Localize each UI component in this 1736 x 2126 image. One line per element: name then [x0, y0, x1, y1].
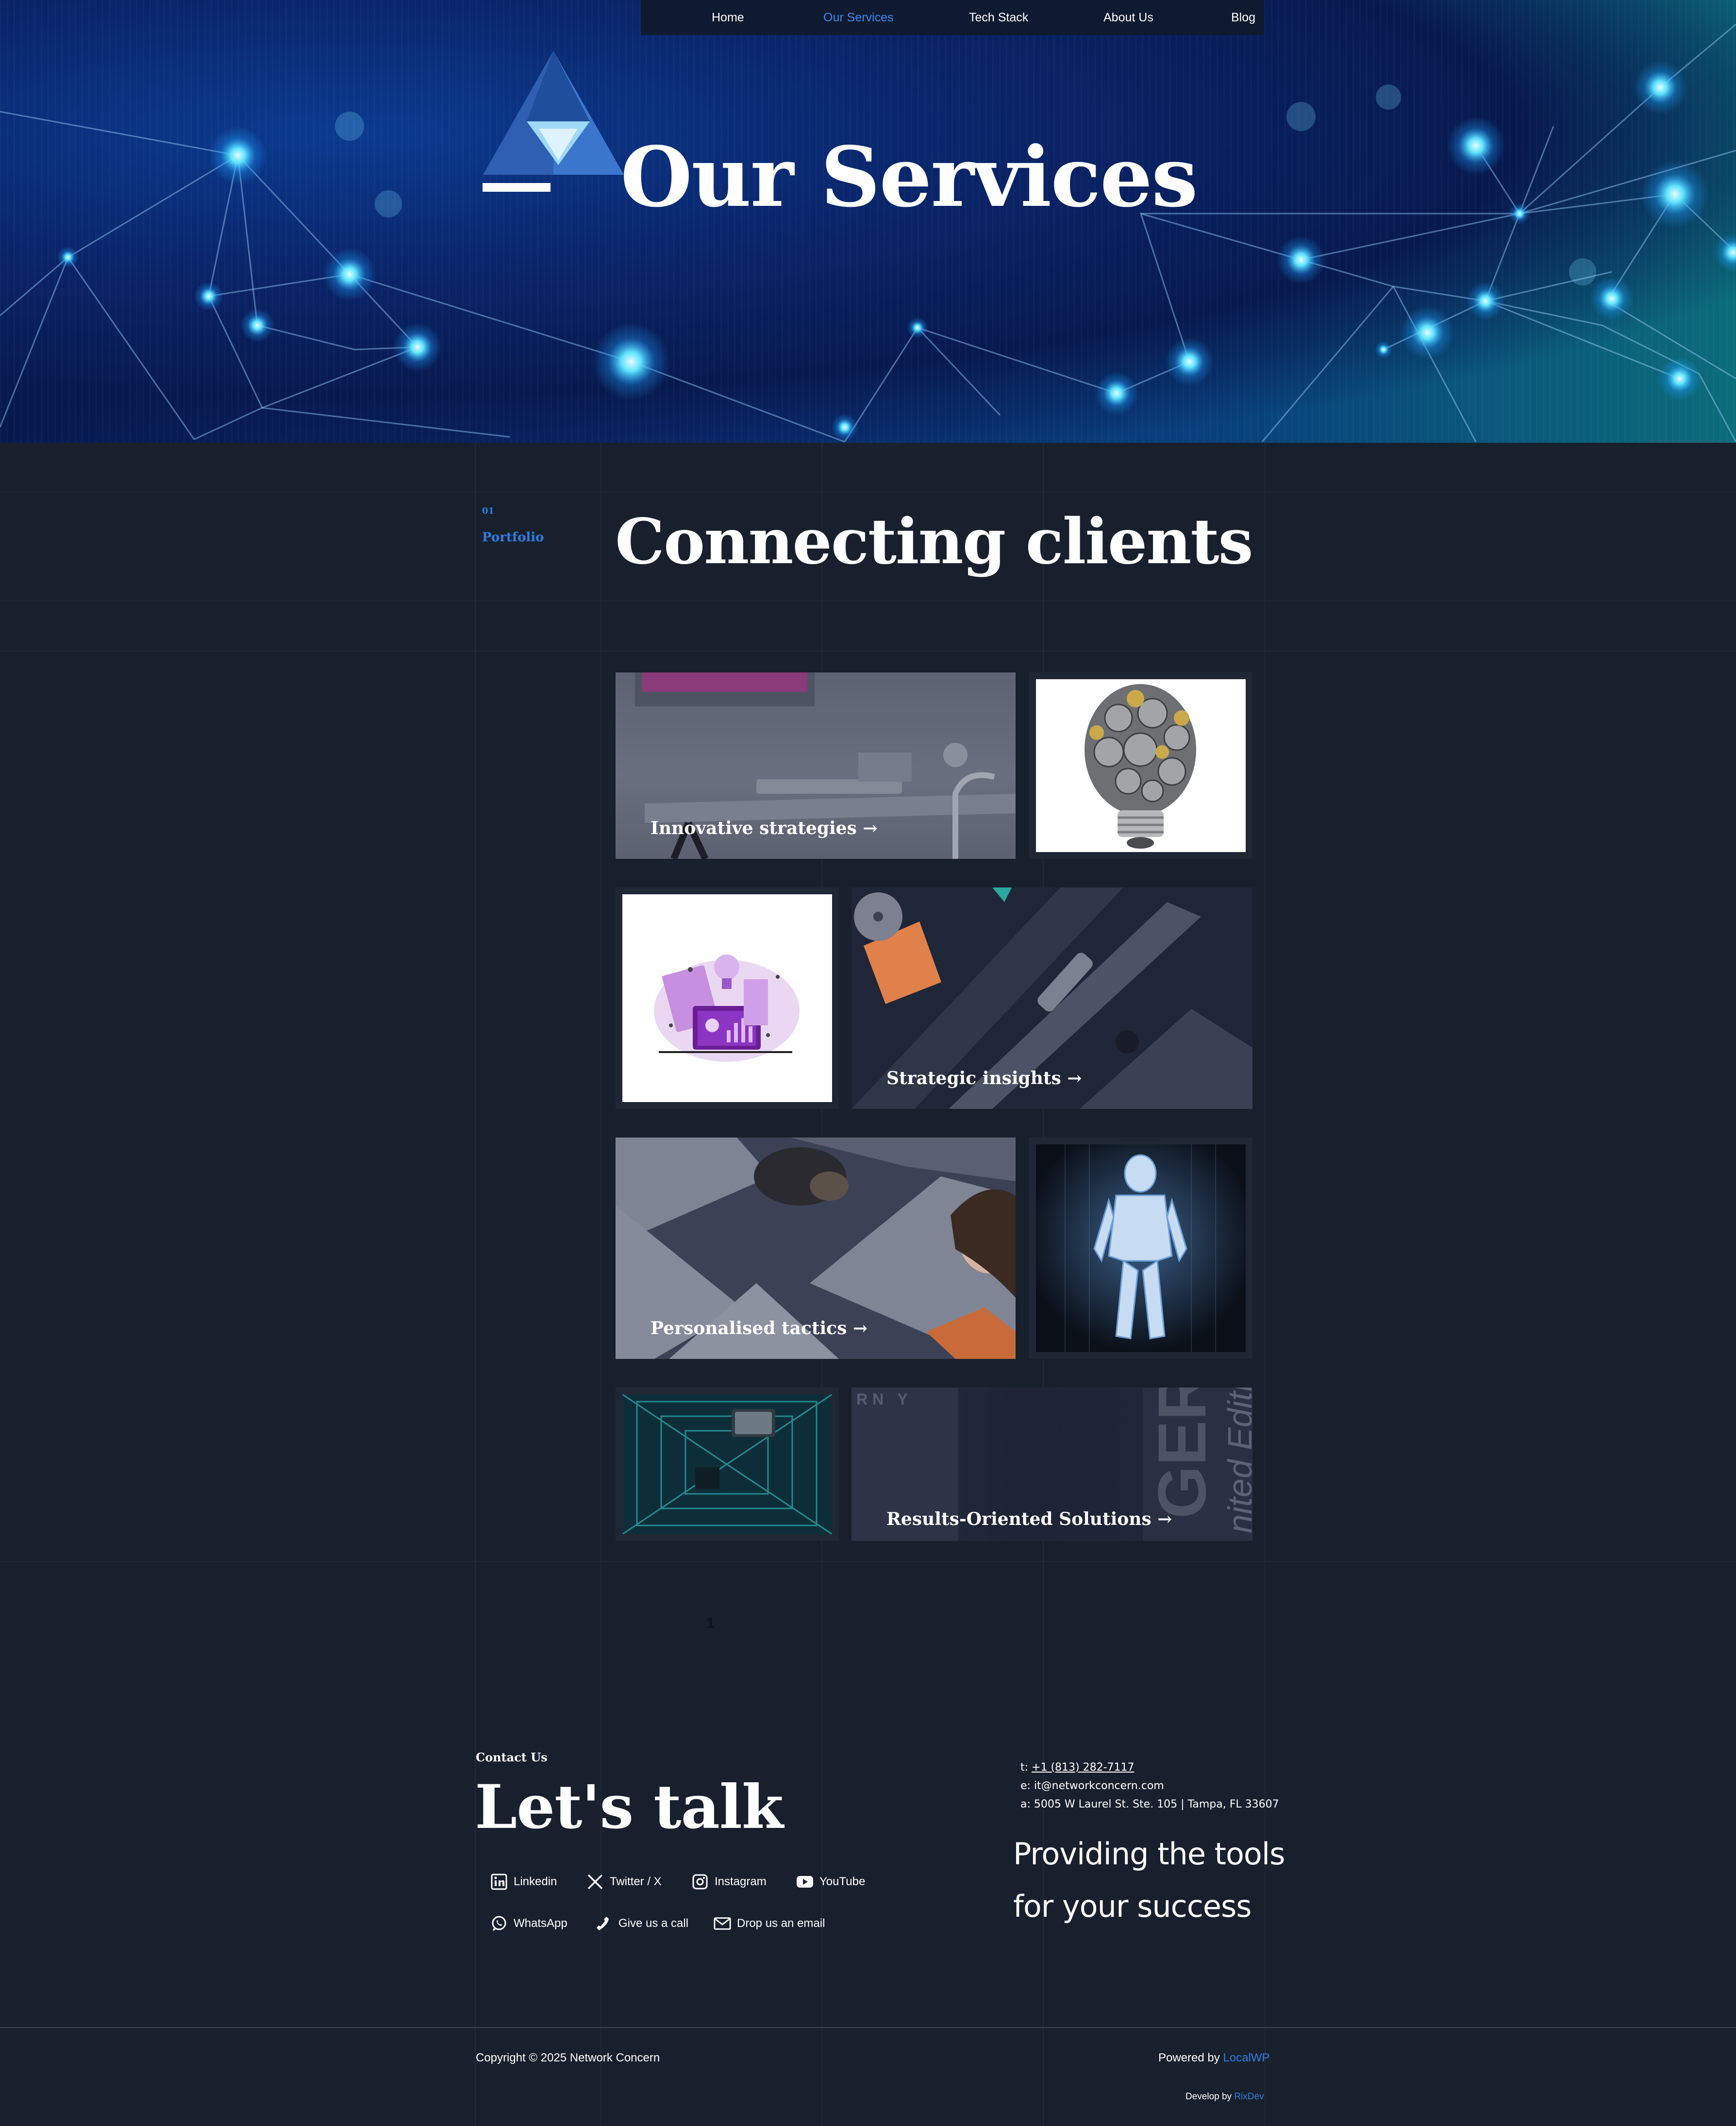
nav-tech-stack[interactable]: Tech Stack: [969, 11, 1028, 25]
social-whatsapp[interactable]: WhatsApp: [490, 1915, 568, 1932]
nav-about-us[interactable]: About Us: [1103, 11, 1153, 25]
tagline-line-1: Providing the tools: [1013, 1836, 1285, 1872]
youtube-icon: [796, 1873, 814, 1891]
card-caption: Innovative strategies →: [651, 818, 878, 838]
localwp-link[interactable]: LocalWP: [1223, 2051, 1269, 2064]
section-title: Connecting clients: [615, 505, 1253, 578]
tagline-line-2: for your success: [1013, 1889, 1252, 1924]
footer-divider: [0, 2027, 1736, 2028]
phone-icon: [595, 1915, 613, 1932]
page-title: Our Services: [620, 129, 1198, 226]
guide-line: [0, 491, 1736, 492]
card-caption: Personalised tactics →: [651, 1318, 868, 1339]
gallery-card-strategic-insights[interactable]: Strategic insights →: [851, 887, 1252, 1109]
social-call[interactable]: Give us a call: [595, 1915, 688, 1932]
social-instagram[interactable]: Instagram: [691, 1873, 767, 1891]
powered-prefix: Powered by: [1158, 2051, 1223, 2064]
contact-title: Let's talk: [475, 1772, 784, 1842]
laptop-bulb-illustration: [654, 954, 800, 1062]
social-label: Linkedin: [514, 1875, 557, 1888]
guide-line: [475, 443, 476, 2126]
social-label: WhatsApp: [514, 1917, 568, 1930]
gallery-card-innovative-strategies[interactable]: Innovative strategies →: [616, 672, 1016, 859]
contact-address: a: 5005 W Laurel St. Ste. 105 | Tampa, F…: [1020, 1798, 1279, 1810]
section-index: 01: [482, 506, 495, 516]
main-navigation: Home Our Services Tech Stack About Us Bl…: [641, 0, 1264, 35]
powered-by: Powered by LocalWP: [1158, 2051, 1269, 2065]
envelope-icon: [714, 1915, 731, 1932]
social-label: Twitter / X: [610, 1875, 662, 1888]
pagination-current-page[interactable]: 1: [706, 1615, 715, 1632]
gear-lightbulb-image: [1085, 684, 1196, 849]
image-text: RN Y: [856, 1390, 913, 1408]
gallery-card-personalised-tactics[interactable]: Personalised tactics →: [616, 1138, 1016, 1359]
gallery-thumb-gear-bulb[interactable]: [1029, 672, 1252, 859]
social-label: Instagram: [715, 1875, 767, 1888]
social-linkedin[interactable]: Linkedin: [490, 1873, 557, 1891]
portfolio-link[interactable]: Portfolio: [482, 530, 544, 545]
social-label: YouTube: [819, 1875, 866, 1888]
phone-link[interactable]: +1 (813) 282-7117: [1032, 1761, 1135, 1774]
hero-banner: Home Our Services Tech Stack About Us Bl…: [0, 0, 1736, 443]
social-label: Give us a call: [618, 1917, 689, 1930]
image-text: nited Edition: [1221, 1388, 1252, 1533]
nav-home[interactable]: Home: [712, 11, 744, 25]
contact-eyebrow: Contact Us: [476, 1750, 548, 1764]
gallery-thumb-cyborg[interactable]: [1029, 1138, 1252, 1359]
whatsapp-icon: [490, 1915, 508, 1932]
instagram-icon: [691, 1873, 709, 1891]
gallery-thumb-laptop-illustration[interactable]: [616, 887, 839, 1109]
guide-line: [0, 1561, 1736, 1562]
cyborg-xray-image: [1036, 1144, 1246, 1352]
guide-line: [0, 651, 1736, 652]
gallery-card-results-oriented[interactable]: RN Y GER nited Edition Results-Oriented …: [851, 1388, 1252, 1541]
nav-our-services[interactable]: Our Services: [823, 11, 893, 25]
image-text: GER: [1144, 1388, 1220, 1519]
guide-line: [0, 601, 1736, 602]
social-email[interactable]: Drop us an email: [714, 1915, 825, 1932]
card-caption: Strategic insights →: [886, 1068, 1082, 1088]
dev-prefix: Develop by: [1185, 2092, 1235, 2102]
rixdev-link[interactable]: RixDev: [1234, 2092, 1264, 2102]
gallery-thumb-button-tunnel[interactable]: [616, 1388, 839, 1541]
social-youtube[interactable]: YouTube: [796, 1873, 865, 1891]
phone-prefix: t:: [1020, 1761, 1032, 1774]
contact-email: e: it@networkconcern.com: [1020, 1780, 1164, 1792]
guide-line: [1265, 443, 1266, 2126]
copyright: Copyright © 2025 Network Concern: [476, 2051, 660, 2064]
social-label: Drop us an email: [737, 1917, 825, 1930]
network-concern-logo[interactable]: [481, 51, 626, 197]
nav-blog[interactable]: Blog: [1231, 11, 1255, 25]
developed-by: Develop by RixDev: [1185, 2092, 1264, 2102]
button-tunnel-image: [622, 1394, 832, 1534]
linkedin-icon: [490, 1873, 508, 1891]
x-twitter-icon: [586, 1873, 604, 1891]
card-caption: Results-Oriented Solutions →: [886, 1509, 1172, 1529]
social-twitter[interactable]: Twitter / X: [586, 1873, 662, 1891]
contact-phone[interactable]: t: +1 (813) 282-7117: [1020, 1761, 1135, 1774]
